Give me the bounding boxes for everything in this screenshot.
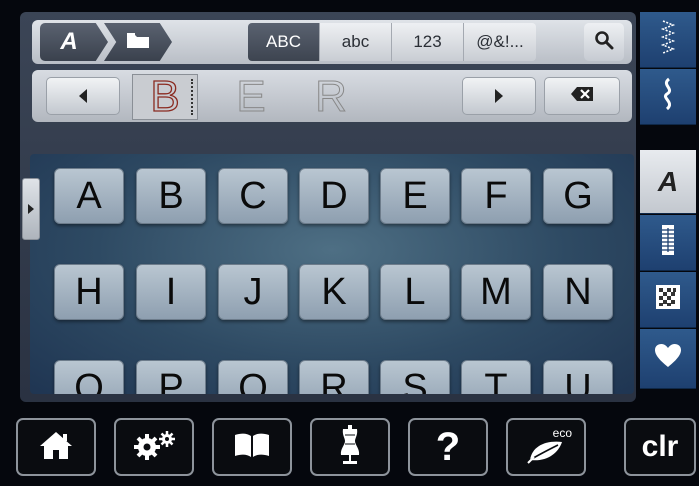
- quilt-icon: [655, 284, 681, 315]
- key-i[interactable]: I: [136, 264, 206, 320]
- rail-alphabets[interactable]: A: [640, 150, 696, 214]
- rail-decorative-stitches[interactable]: [640, 69, 696, 125]
- mode-bar: A ABC abc 123 @&!...: [32, 20, 632, 64]
- key-k[interactable]: K: [299, 264, 369, 320]
- key-n[interactable]: N: [543, 264, 613, 320]
- key-e[interactable]: E: [380, 168, 450, 224]
- alphabet-a-icon: A: [60, 28, 78, 55]
- previous-char-button[interactable]: [46, 77, 120, 115]
- charset-tabs: ABC abc 123 @&!...: [248, 23, 536, 61]
- backspace-button[interactable]: [544, 77, 620, 115]
- alphabet-a-icon: A: [657, 165, 679, 197]
- key-r[interactable]: R: [299, 360, 369, 394]
- triangle-left-icon: [79, 89, 87, 103]
- clear-button[interactable]: clr: [624, 418, 696, 476]
- key-l[interactable]: L: [380, 264, 450, 320]
- bottom-bar: ? eco clr: [0, 408, 699, 486]
- key-o[interactable]: O: [54, 360, 124, 394]
- gears-icon: [132, 430, 176, 465]
- setup-button[interactable]: [114, 418, 194, 476]
- key-j[interactable]: J: [218, 264, 288, 320]
- main-panel: A ABC abc 123 @&!... B E R A B C D E F G…: [20, 12, 636, 402]
- key-t[interactable]: T: [461, 360, 531, 394]
- rail-personal-program[interactable]: [640, 329, 696, 389]
- key-f[interactable]: F: [461, 168, 531, 224]
- backspace-icon: [570, 86, 594, 107]
- tab-numbers[interactable]: 123: [392, 23, 464, 61]
- key-g[interactable]: G: [543, 168, 613, 224]
- key-h[interactable]: H: [54, 264, 124, 320]
- home-button[interactable]: [16, 418, 96, 476]
- tab-symbols[interactable]: @&!...: [464, 23, 536, 61]
- tab-uppercase[interactable]: ABC: [248, 23, 320, 61]
- rail-quilt-stitches[interactable]: [640, 272, 696, 328]
- help-button[interactable]: ?: [408, 418, 488, 476]
- search-button[interactable]: [584, 23, 624, 61]
- dress-form-icon: [337, 424, 363, 470]
- key-p[interactable]: P: [136, 360, 206, 394]
- key-s[interactable]: S: [380, 360, 450, 394]
- leaf-icon: [526, 436, 566, 469]
- decorative-stitch-icon: [659, 77, 677, 116]
- key-c[interactable]: C: [218, 168, 288, 224]
- sewing-machine-screen: A ABC abc 123 @&!... B E R A B C D E F G…: [0, 0, 699, 486]
- breadcrumb-folder[interactable]: [104, 23, 172, 61]
- preview-char[interactable]: E: [218, 72, 284, 122]
- triangle-right-icon: [28, 204, 34, 214]
- zigzag-stitch-icon: [659, 19, 677, 60]
- heart-icon: [654, 343, 682, 374]
- preview-char-selected[interactable]: B: [132, 71, 198, 122]
- key-a[interactable]: A: [54, 168, 124, 224]
- triangle-right-icon: [495, 89, 503, 103]
- tab-lowercase[interactable]: abc: [320, 23, 392, 61]
- key-q[interactable]: Q: [218, 360, 288, 394]
- text-preview-bar: B E R: [32, 70, 632, 122]
- key-u[interactable]: U: [543, 360, 613, 394]
- tutorial-button[interactable]: [212, 418, 292, 476]
- eco-label: eco: [552, 426, 572, 440]
- search-icon: [594, 30, 614, 55]
- breadcrumb-alphabets[interactable]: A: [40, 23, 108, 61]
- stitch-category-rail: A: [640, 12, 696, 402]
- buttonhole-icon: [660, 223, 676, 262]
- home-icon: [38, 430, 74, 465]
- key-d[interactable]: D: [299, 168, 369, 224]
- folder-icon: [126, 31, 150, 54]
- key-b[interactable]: B: [136, 168, 206, 224]
- rail-practical-stitches[interactable]: [640, 12, 696, 68]
- eco-button[interactable]: eco: [506, 418, 586, 476]
- book-icon: [233, 431, 271, 464]
- creative-consultant-button[interactable]: [310, 418, 390, 476]
- preview-char[interactable]: R: [298, 72, 364, 122]
- character-keyboard: ABCDEFG HIJKLMN OPQRSTU: [30, 154, 634, 394]
- key-m[interactable]: M: [461, 264, 531, 320]
- expand-panel-handle[interactable]: [22, 178, 40, 240]
- rail-buttonholes[interactable]: [640, 215, 696, 271]
- next-char-button[interactable]: [462, 77, 536, 115]
